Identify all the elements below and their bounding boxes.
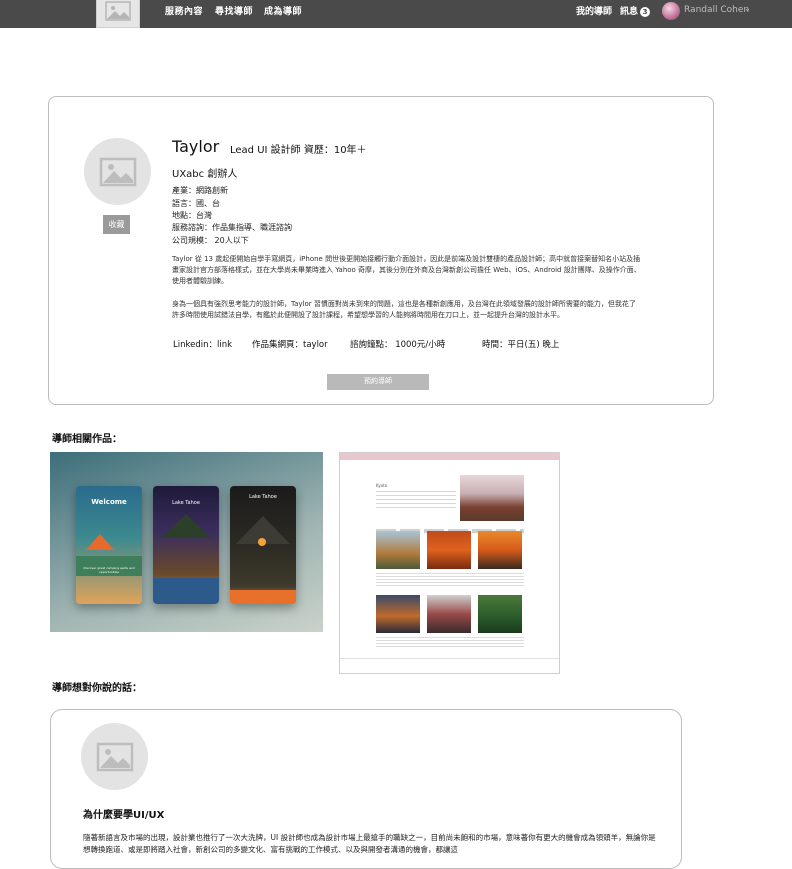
tent-icon [86,534,114,550]
messages-count-badge: 3 [640,6,651,17]
mentor-avatar [84,138,151,205]
site-text-lines [376,491,456,509]
works-section-title: 導師相關作品： [52,434,122,445]
app-screen-caption: Discover great camping spots and opportu… [83,566,135,574]
consult-fee: 諮詢鐘點： 1000元/小時 [350,340,446,350]
site-photo-4 [376,595,420,633]
site-photo-3 [478,531,522,569]
app-screen-title: Welcome [91,498,127,506]
logo-placeholder[interactable] [96,0,140,28]
app-bottom-bar [230,590,296,604]
site-photo-1 [376,531,420,569]
site-heading: Kyoto [376,483,388,488]
chevron-down-icon[interactable]: ⌄ [744,4,751,13]
site-header-bar [340,453,559,460]
site-photo-6 [478,595,522,633]
mentor-role: Lead UI 設計師 資歷：10年＋ [230,145,367,156]
linkedin-link[interactable]: Linkedin：link [173,338,232,350]
nav-services[interactable]: 服務內容 [165,4,203,17]
app-card [153,578,219,604]
user-name[interactable]: Randall Cohen [684,5,749,15]
favorite-button[interactable]: 收藏 [103,215,130,234]
nav-find-mentor[interactable]: 尋找導師 [215,4,253,17]
info-industry: 產業：網路創新 [172,186,228,195]
mentor-profile-card [48,96,714,405]
nav-messages[interactable]: 訊息 3 [620,4,651,17]
mentor-bio-2: 身為一個具有強烈思考能力的設計師，Taylor 習慣面對尚未到來的問題，這也是各… [172,300,636,319]
mentor-company: UXabc 創辦人 [172,169,238,180]
portfolio-link[interactable]: 作品集網頁：taylor [252,338,328,350]
consult-time: 時間：平日(五) 晚上 [482,340,560,350]
work-thumbnail-camping-app[interactable]: Welcome Discover great camping spots and… [50,452,323,632]
book-mentor-button[interactable]: 預約導師 [327,374,429,390]
app-screen-welcome: Welcome Discover great camping spots and… [76,486,142,604]
app-screen-lake-tahoe-2: Lake Tahoe [230,486,296,604]
site-text-lines [376,637,524,649]
nav-my-mentor[interactable]: 我的導師 [576,4,612,17]
image-placeholder-icon [96,742,133,771]
user-avatar[interactable] [662,2,680,20]
info-location: 地點：台灣 [172,211,212,220]
campfire-icon [258,538,266,546]
message-body: 隨著新語言及市場的出現，設計業也推行了一次大洗牌，UI 設計師也成為設計市場上最… [83,833,656,854]
site-footer-divider [340,658,559,659]
mentor-avatar [81,723,148,790]
work-thumbnail-kyoto-site[interactable]: Kyoto [339,452,560,674]
nav-become-mentor[interactable]: 成為導師 [264,4,302,17]
mentor-bio-1: Taylor 從 13 歲起便開始自學手寫網頁，iPhone 問世後更開始接觸行… [172,255,641,285]
app-screen-title: Lake Tahoe [172,500,200,506]
info-services: 服務諮詢：作品集指導、職涯諮詢 [172,223,292,232]
site-photo-2 [427,531,471,569]
app-screen-lake-tahoe-1: Lake Tahoe [153,486,219,604]
site-text-lines [376,573,524,587]
message-section-title: 導師想對你說的話： [52,683,142,694]
site-photo-5 [427,595,471,633]
app-screen-title: Lake Tahoe [249,494,277,500]
messages-label: 訊息 [620,7,639,17]
image-placeholder-icon [105,1,131,21]
info-language: 語言：國、台 [172,199,220,208]
info-company-size: 公司規模： 20人以下 [172,236,249,245]
image-placeholder-icon [99,157,136,186]
message-heading: 為什麼要學UI/UX [83,810,165,821]
top-navigation-bar: 服務內容 尋找導師 成為導師 我的導師 訊息 3 Randall Cohen ⌄ [0,0,792,28]
mountain-shape [161,514,211,538]
mentor-name: Taylor [172,137,220,156]
site-hero-pagoda [460,475,524,521]
